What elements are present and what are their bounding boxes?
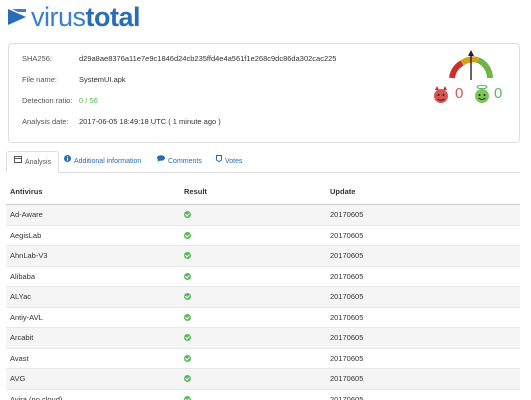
sha256-value: d29a8ae8376a11e7e9c1846d24cb235ffd4e4a56… bbox=[79, 54, 337, 63]
detection-ratio-value: 0 / 56 bbox=[79, 96, 98, 105]
table-row: AhnLab-V3 20170605 bbox=[6, 246, 520, 267]
table-header: Antivirus Result Update bbox=[6, 180, 520, 205]
table-row: Avast 20170605 bbox=[6, 349, 520, 369]
clean-check-icon bbox=[184, 252, 191, 259]
harmless-face-icon bbox=[473, 84, 491, 104]
logo-word-total: total bbox=[85, 2, 141, 32]
result-cell bbox=[184, 287, 191, 307]
result-cell bbox=[184, 328, 191, 348]
logo-wordmark: virustotal bbox=[31, 2, 141, 32]
update-date: 20170605 bbox=[330, 251, 364, 260]
clean-check-icon bbox=[184, 211, 191, 218]
header-antivirus[interactable]: Antivirus bbox=[10, 180, 43, 204]
sha256-label: SHA256: bbox=[22, 54, 53, 63]
update-date: 20170605 bbox=[330, 230, 364, 240]
virustotal-logo[interactable]: virustotal bbox=[6, 2, 141, 32]
table-row: Alibaba 20170605 bbox=[6, 267, 520, 287]
header-update[interactable]: Update bbox=[330, 180, 355, 204]
result-cell bbox=[184, 390, 191, 400]
antivirus-results-table: Antivirus Result Update Ad-Aware 2017060… bbox=[6, 180, 520, 400]
result-cell bbox=[184, 246, 191, 266]
analysis-date-value: 2017-06-05 18:49:18 UTC ( 1 minute ago ) bbox=[79, 117, 221, 126]
table-row: AegisLab 20170605 bbox=[6, 226, 520, 246]
antivirus-name: AVG bbox=[10, 374, 26, 383]
update-date: 20170605 bbox=[330, 353, 364, 363]
table-row: Antiy-AVL 20170605 bbox=[6, 308, 520, 328]
tab-votes[interactable]: Votes bbox=[216, 151, 243, 171]
antivirus-name: Alibaba bbox=[10, 271, 36, 281]
table-icon bbox=[14, 152, 22, 172]
result-cell bbox=[184, 369, 191, 389]
report-tabs: Analysis Additional information Comments… bbox=[6, 151, 520, 173]
file-name-value: SystemUI.apk bbox=[79, 75, 126, 84]
antivirus-name: Arcabit bbox=[10, 333, 34, 342]
table-row: Ad-Aware 20170605 bbox=[6, 205, 520, 226]
clean-check-icon bbox=[184, 272, 191, 280]
clean-check-icon bbox=[184, 231, 191, 239]
antivirus-name: Ad-Aware bbox=[10, 210, 43, 219]
antivirus-name: Antiy-AVL bbox=[10, 312, 43, 322]
update-date: 20170605 bbox=[330, 292, 364, 301]
table-row: ALYac 20170605 bbox=[6, 287, 520, 308]
update-date: 20170605 bbox=[330, 333, 364, 342]
antivirus-name: Avast bbox=[10, 353, 29, 363]
tab-comments-label: Comments bbox=[168, 157, 202, 165]
antivirus-name: AegisLab bbox=[10, 230, 42, 240]
result-cell bbox=[184, 226, 191, 246]
tab-additional-information[interactable]: Additional information bbox=[64, 151, 141, 171]
comment-icon bbox=[157, 151, 165, 171]
table-row: AVG 20170605 bbox=[6, 369, 520, 390]
clean-check-icon bbox=[184, 334, 191, 341]
malicious-count: 0 bbox=[455, 85, 464, 102]
antivirus-name: AhnLab-V3 bbox=[10, 251, 48, 260]
result-cell bbox=[184, 205, 191, 225]
logo-word-virus: virus bbox=[31, 2, 86, 32]
result-cell bbox=[184, 349, 191, 369]
table-row: Avira (no cloud) 20170605 bbox=[6, 390, 520, 400]
update-date: 20170605 bbox=[330, 210, 364, 219]
file-name-label: File name: bbox=[22, 75, 58, 84]
tab-analysis-label: Analysis bbox=[25, 158, 52, 166]
clean-check-icon bbox=[184, 354, 191, 362]
harmless-count: 0 bbox=[494, 85, 503, 102]
virustotal-report-page: virustotal SHA256: d29a8ae8376a11e7e9c18… bbox=[0, 0, 531, 400]
clean-check-icon bbox=[184, 395, 191, 400]
tab-votes-label: Votes bbox=[225, 157, 243, 165]
result-cell bbox=[184, 308, 191, 328]
clean-check-icon bbox=[184, 375, 191, 382]
vote-icon bbox=[216, 151, 222, 171]
update-date: 20170605 bbox=[330, 374, 364, 383]
info-icon bbox=[64, 151, 71, 171]
malicious-face-icon bbox=[432, 86, 450, 104]
antivirus-name: ALYac bbox=[10, 292, 31, 301]
tab-additional-information-label: Additional information bbox=[74, 157, 142, 165]
logo-mark-icon bbox=[6, 6, 28, 28]
result-cell bbox=[184, 267, 191, 287]
antivirus-name: Avira (no cloud) bbox=[10, 394, 63, 400]
update-date: 20170605 bbox=[330, 394, 364, 400]
update-date: 20170605 bbox=[330, 312, 364, 322]
tab-comments[interactable]: Comments bbox=[157, 151, 202, 171]
analysis-date-label: Analysis date: bbox=[22, 117, 69, 126]
tab-analysis[interactable]: Analysis bbox=[6, 151, 60, 173]
detection-ratio-label: Detection ratio: bbox=[22, 96, 73, 105]
header-result[interactable]: Result bbox=[184, 180, 207, 204]
table-row: Arcabit 20170605 bbox=[6, 328, 520, 349]
clean-check-icon bbox=[184, 313, 191, 321]
clean-check-icon bbox=[184, 293, 191, 300]
update-date: 20170605 bbox=[330, 271, 364, 281]
